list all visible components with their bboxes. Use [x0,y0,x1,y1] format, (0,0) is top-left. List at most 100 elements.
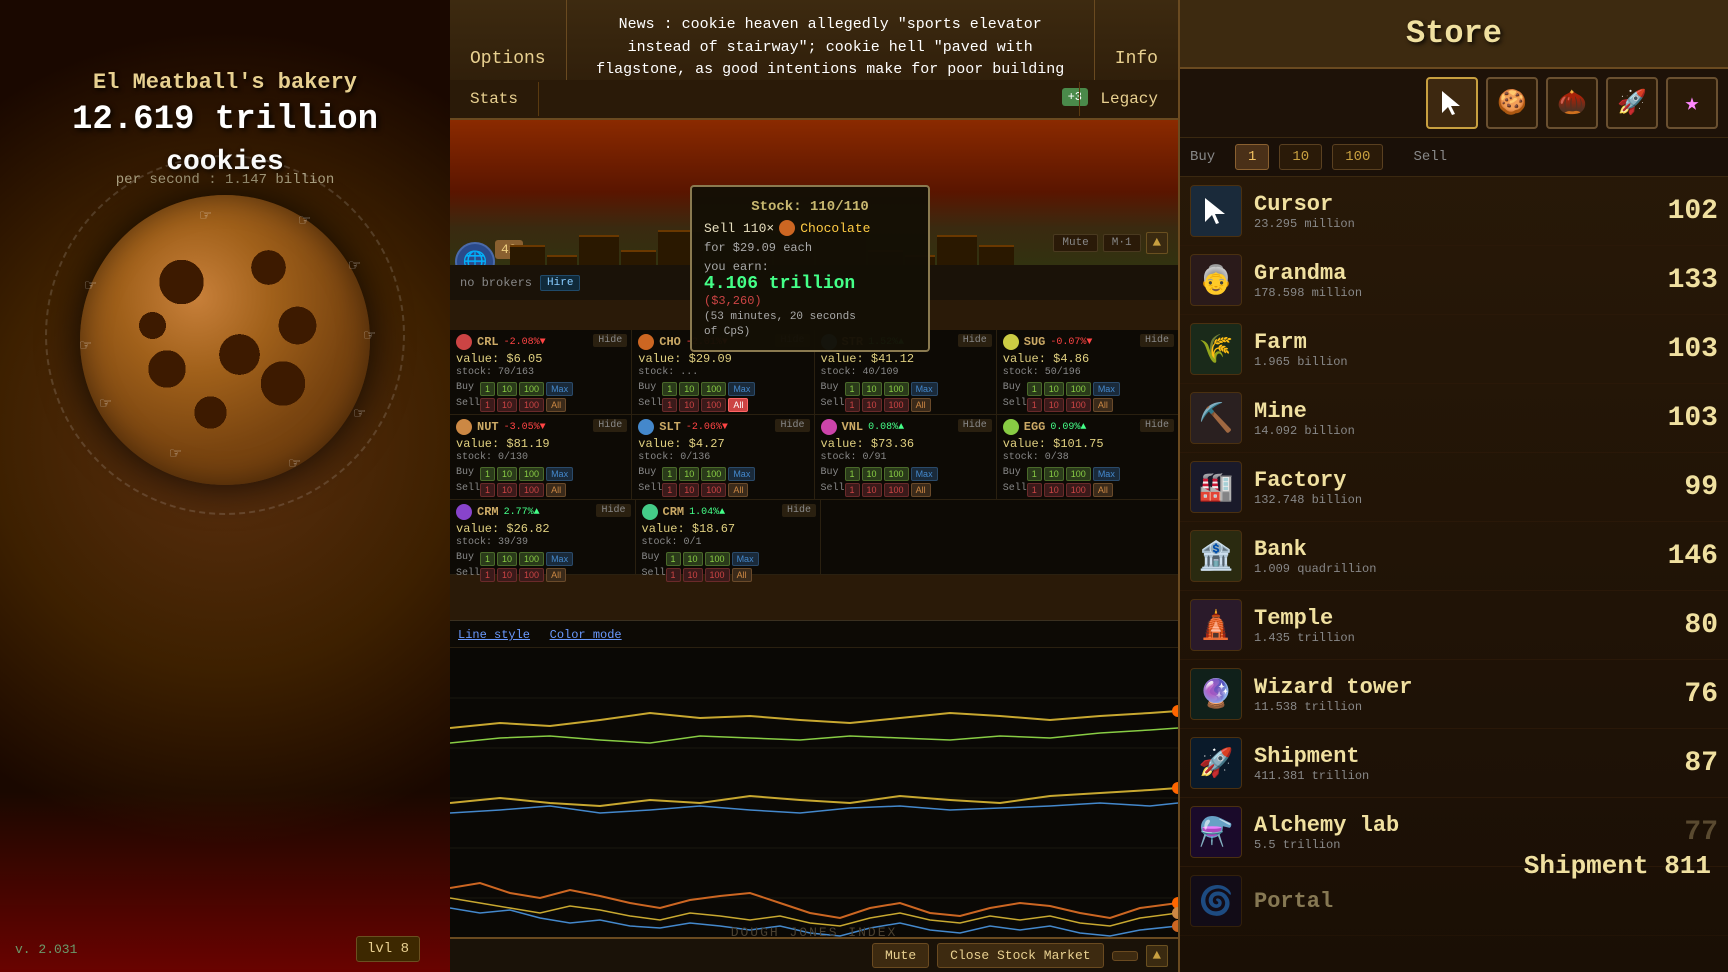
sell-all-str[interactable]: All [911,398,931,412]
store-item-farm[interactable]: 🌾 Farm 1.965 billion 103 [1180,315,1728,384]
sell-10-slt[interactable]: 10 [679,483,699,497]
sell-all-crm1[interactable]: All [546,568,566,582]
sell-all-nut[interactable]: All [546,483,566,497]
hide-btn-crm2[interactable]: Hide [782,504,816,517]
sell-10-sug[interactable]: 10 [1044,398,1064,412]
buy-10-vnl[interactable]: 10 [862,467,882,481]
legacy-button[interactable]: Legacy [1079,82,1178,116]
buy-1-btn[interactable]: 1 [1235,144,1269,170]
stats-button[interactable]: Stats [450,82,539,116]
buy-100-btn[interactable]: 100 [1332,144,1383,170]
sell-all-sug[interactable]: All [1093,398,1113,412]
sell-10-crm2[interactable]: 10 [683,568,703,582]
sell-10-crl[interactable]: 10 [497,398,517,412]
m5-button[interactable] [1112,951,1138,961]
expand-button[interactable]: ▲ [1146,232,1168,254]
buy-max-nut[interactable]: Max [546,467,573,481]
buy-1-egg[interactable]: 1 [1027,467,1042,481]
sell-100-cho[interactable]: 100 [701,398,726,412]
store-item-factory[interactable]: 🏭 Factory 132.748 billion 99 [1180,453,1728,522]
cursor-icon-arrow[interactable] [1426,77,1478,129]
hide-btn-egg[interactable]: Hide [1140,419,1174,432]
buy-max-slt[interactable]: Max [728,467,755,481]
buy-1-sug[interactable]: 1 [1027,382,1042,396]
cursor-icon-cookie2[interactable]: 🌰 [1546,77,1598,129]
hide-btn-crl[interactable]: Hide [593,334,627,347]
buy-max-str[interactable]: Max [911,382,938,396]
store-item-shipment[interactable]: 🚀 Shipment 411.381 trillion 87 [1180,729,1728,798]
store-item-grandma[interactable]: 👵 Grandma 178.598 million 133 [1180,246,1728,315]
sell-10-vnl[interactable]: 10 [862,483,882,497]
sell-10-cho[interactable]: 10 [679,398,699,412]
sell-100-crl[interactable]: 100 [519,398,544,412]
store-item-bank[interactable]: 🏦 Bank 1.009 quadrillion 146 [1180,522,1728,591]
sell-1-nut[interactable]: 1 [480,483,495,497]
sell-1-cho[interactable]: 1 [662,398,677,412]
color-mode-link[interactable]: Color mode [550,628,622,642]
buy-1-nut[interactable]: 1 [480,467,495,481]
collapse-btn[interactable]: ▲ [1146,945,1168,967]
buy-max-sug[interactable]: Max [1093,382,1120,396]
big-cookie[interactable]: ☞ ☞ ☞ ☞ ☞ ☞ ☞ ☞ ☞ ☞ [80,195,370,485]
buy-100-crl[interactable]: 100 [519,382,544,396]
store-item-temple[interactable]: 🛕 Temple 1.435 trillion 80 [1180,591,1728,660]
m1-button-viewport[interactable]: M·1 [1103,234,1141,252]
sell-100-egg[interactable]: 100 [1066,483,1091,497]
buy-1-crm1[interactable]: 1 [480,552,495,566]
sell-10-crm1[interactable]: 10 [497,568,517,582]
sell-1-vnl[interactable]: 1 [845,483,860,497]
sell-100-crm2[interactable]: 100 [705,568,730,582]
buy-max-cho[interactable]: Max [728,382,755,396]
sell-all-cho[interactable]: All [728,398,748,412]
buy-10-btn[interactable]: 10 [1279,144,1322,170]
sell-1-crm1[interactable]: 1 [480,568,495,582]
buy-10-egg[interactable]: 10 [1044,467,1064,481]
hide-btn-str[interactable]: Hide [958,334,992,347]
buy-10-crm2[interactable]: 10 [683,552,703,566]
buy-100-cho[interactable]: 100 [701,382,726,396]
hide-btn-nut[interactable]: Hide [593,419,627,432]
hire-button[interactable]: Hire [540,275,580,291]
buy-100-str[interactable]: 100 [884,382,909,396]
buy-100-sug[interactable]: 100 [1066,382,1091,396]
sell-1-slt[interactable]: 1 [662,483,677,497]
hide-btn-slt[interactable]: Hide [775,419,809,432]
buy-1-slt[interactable]: 1 [662,467,677,481]
mute-button-viewport[interactable]: Mute [1053,234,1097,252]
sell-1-egg[interactable]: 1 [1027,483,1042,497]
sell-all-crl[interactable]: All [546,398,566,412]
buy-10-crm1[interactable]: 10 [497,552,517,566]
sell-100-sug[interactable]: 100 [1066,398,1091,412]
buy-10-crl[interactable]: 10 [497,382,517,396]
sell-all-slt[interactable]: All [728,483,748,497]
cursor-icon-special[interactable]: ★ [1666,77,1718,129]
buy-1-crm2[interactable]: 1 [666,552,681,566]
buy-100-nut[interactable]: 100 [519,467,544,481]
buy-max-egg[interactable]: Max [1093,467,1120,481]
buy-10-str[interactable]: 10 [862,382,882,396]
buy-10-sug[interactable]: 10 [1044,382,1064,396]
buy-100-egg[interactable]: 100 [1066,467,1091,481]
buy-100-vnl[interactable]: 100 [884,467,909,481]
buy-10-cho[interactable]: 10 [679,382,699,396]
buy-100-crm1[interactable]: 100 [519,552,544,566]
buy-10-nut[interactable]: 10 [497,467,517,481]
sell-all-vnl[interactable]: All [911,483,931,497]
sell-100-crm1[interactable]: 100 [519,568,544,582]
store-item-cursor[interactable]: Cursor 23.295 million 102 [1180,177,1728,246]
buy-max-crm2[interactable]: Max [732,552,759,566]
cursor-icon-rocket[interactable]: 🚀 [1606,77,1658,129]
sell-100-slt[interactable]: 100 [701,483,726,497]
sell-all-egg[interactable]: All [1093,483,1113,497]
sell-10-nut[interactable]: 10 [497,483,517,497]
store-item-mine[interactable]: ⛏️ Mine 14.092 billion 103 [1180,384,1728,453]
cursor-icon-cookie[interactable]: 🍪 [1486,77,1538,129]
sell-10-str[interactable]: 10 [862,398,882,412]
sell-1-crm2[interactable]: 1 [666,568,681,582]
buy-100-slt[interactable]: 100 [701,467,726,481]
hide-btn-sug[interactable]: Hide [1140,334,1174,347]
hide-btn-vnl[interactable]: Hide [958,419,992,432]
hide-btn-crm1[interactable]: Hide [596,504,630,517]
buy-100-crm2[interactable]: 100 [705,552,730,566]
buy-max-vnl[interactable]: Max [911,467,938,481]
